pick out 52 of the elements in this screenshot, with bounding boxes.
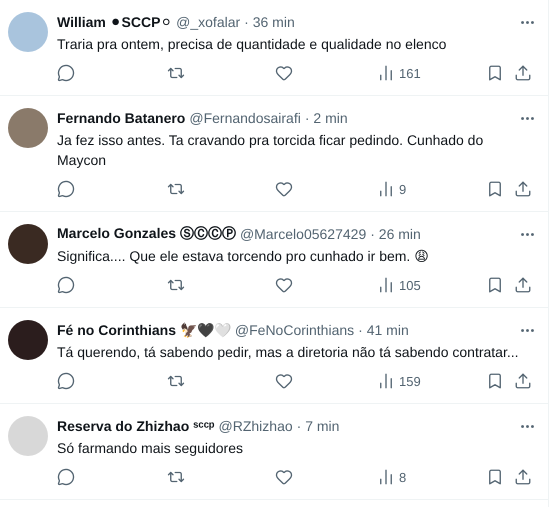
- user-handle[interactable]: @_xofalar: [176, 14, 240, 30]
- like-icon[interactable]: [275, 276, 293, 294]
- views-icon[interactable]: [377, 64, 395, 82]
- view-count: 161: [399, 66, 421, 80]
- display-name[interactable]: Fernando Batanero: [57, 110, 186, 126]
- reply-text: Só farmando mais seguidores: [57, 439, 244, 458]
- post-time: · 36 min: [244, 14, 295, 30]
- bookmark-icon[interactable]: [486, 64, 504, 82]
- bookmark-icon[interactable]: [486, 468, 504, 486]
- display-name[interactable]: William ⚫SCCP⚪: [57, 14, 172, 30]
- user-handle[interactable]: @FeNoCorinthians: [234, 322, 354, 338]
- share-icon[interactable]: [514, 64, 532, 82]
- reply-icon[interactable]: [57, 468, 75, 486]
- user-handle[interactable]: @Fernandosairafi: [189, 110, 301, 126]
- post-time: · 41 min: [358, 322, 409, 338]
- view-count: 9: [399, 182, 406, 196]
- like-icon[interactable]: [275, 180, 293, 198]
- like-icon[interactable]: [275, 372, 293, 390]
- reply-text: Ja fez isso antes. Ta cravando pra torcida ficar pedindo. Cunhado do Maycon: [57, 131, 484, 170]
- share-icon[interactable]: [514, 372, 532, 390]
- share-icon[interactable]: [514, 180, 532, 198]
- avatar-photo[interactable]: [8, 224, 48, 264]
- user-handle[interactable]: @Marcelo05627429: [240, 226, 366, 242]
- view-count: 159: [399, 374, 421, 388]
- display-name[interactable]: Marcelo Gonzales ⓈⒸⒸⓅ: [57, 225, 236, 243]
- display-name[interactable]: Reserva do Zhizhao ˢᶜᶜᵖ: [57, 418, 215, 434]
- views-icon[interactable]: [377, 276, 395, 294]
- reply-text: Significa.... Que ele estava torcendo pro cunhado ir bem. 😩: [57, 247, 430, 266]
- share-icon[interactable]: [514, 468, 532, 486]
- views-icon[interactable]: [377, 468, 395, 486]
- bookmark-icon[interactable]: [486, 180, 504, 198]
- views-icon[interactable]: [377, 372, 395, 390]
- share-icon[interactable]: [514, 276, 532, 294]
- reply-text: Tá querendo, tá sabendo pedir, mas a diretoria não tá sabendo contratar...: [57, 343, 520, 362]
- post-time: · 26 min: [370, 226, 421, 242]
- bookmark-icon[interactable]: [486, 372, 504, 390]
- avatar-photo[interactable]: [8, 320, 48, 360]
- display-name[interactable]: Fé no Corinthians 🦅🖤🤍: [57, 322, 231, 338]
- reply-icon[interactable]: [57, 276, 75, 294]
- bookmark-icon[interactable]: [486, 276, 504, 294]
- reply-icon[interactable]: [57, 64, 75, 82]
- like-icon[interactable]: [275, 64, 293, 82]
- reply-text: Traria pra ontem, precisa de quantidade e qualidade no elenco: [57, 35, 448, 54]
- reply-icon[interactable]: [57, 180, 75, 198]
- views-icon[interactable]: [377, 180, 395, 198]
- post-time: · 7 min: [296, 418, 340, 434]
- view-count: 8: [399, 470, 406, 484]
- view-count: 105: [399, 278, 421, 292]
- post-time: · 2 min: [304, 110, 348, 126]
- reply-icon[interactable]: [57, 372, 75, 390]
- like-icon[interactable]: [275, 468, 293, 486]
- user-handle[interactable]: @RZhizhao: [218, 418, 293, 434]
